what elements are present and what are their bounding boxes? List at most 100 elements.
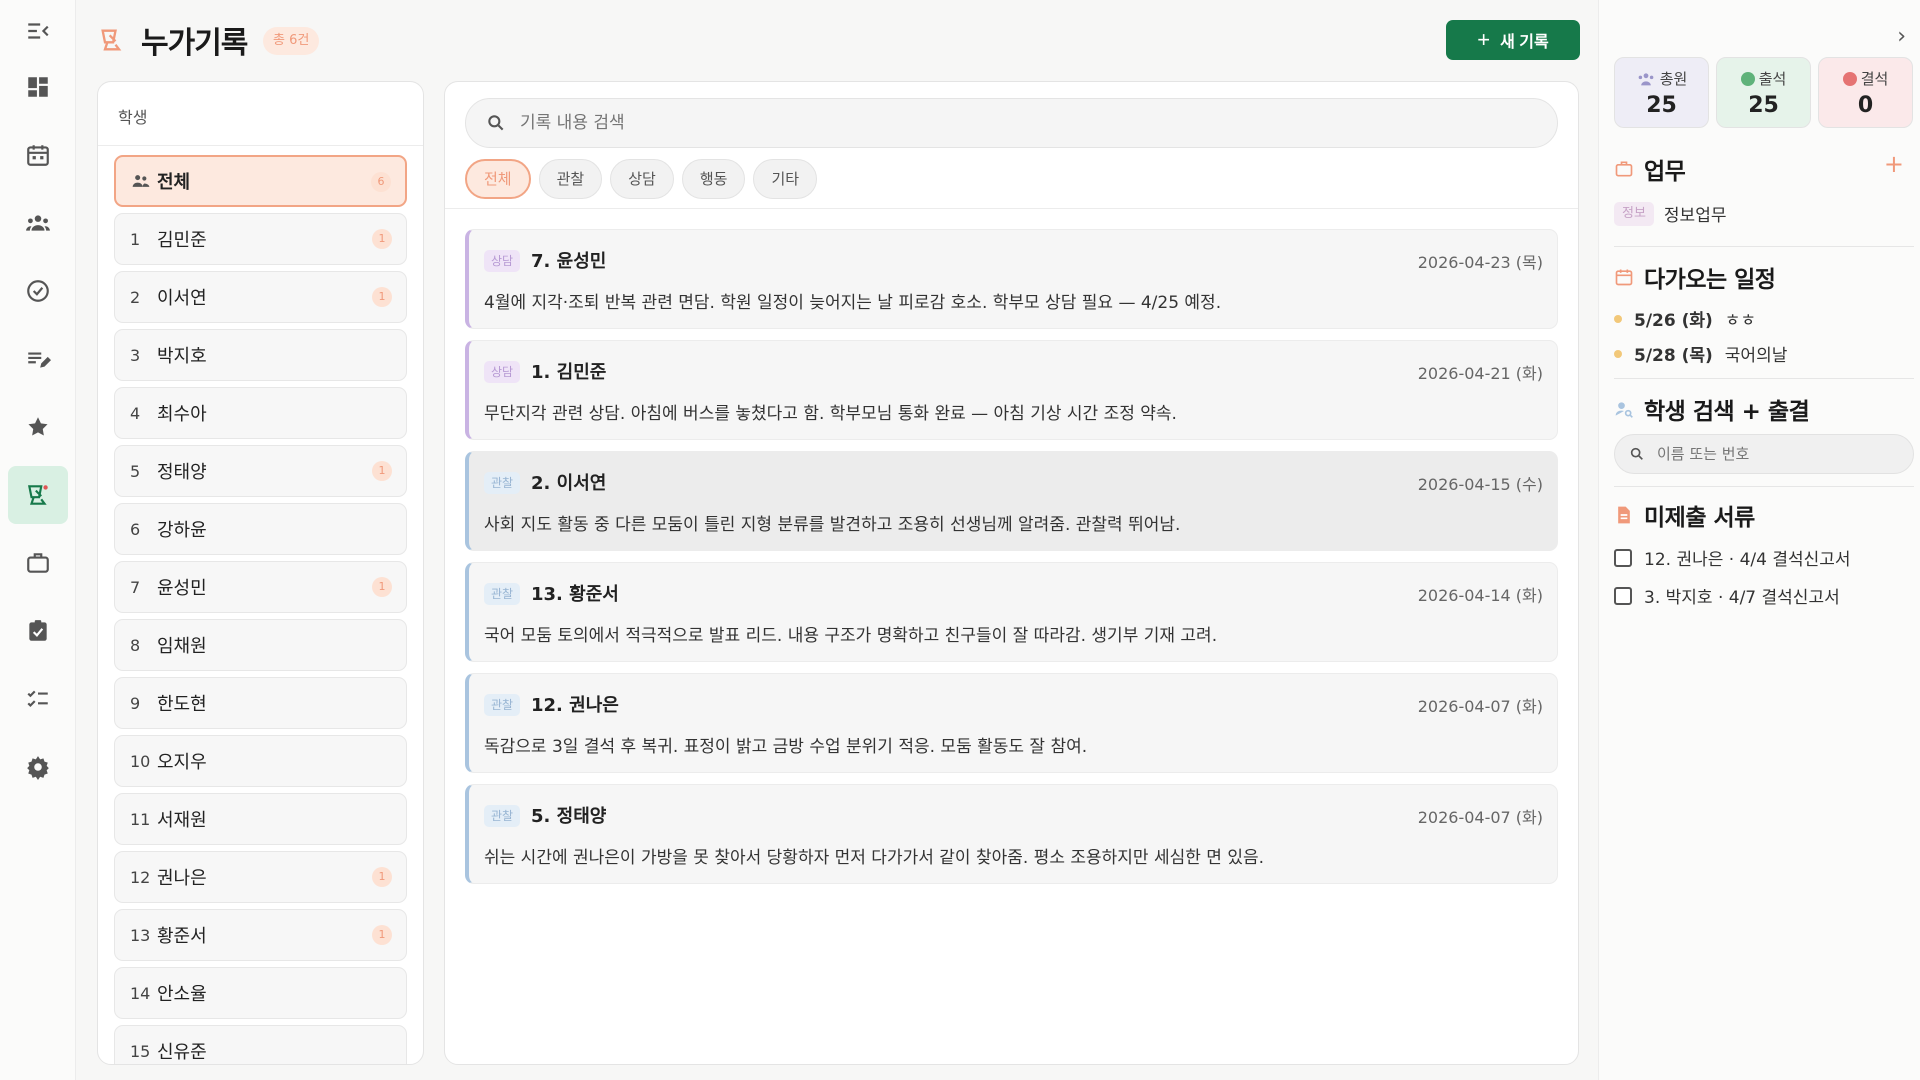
student-search-input[interactable] bbox=[1657, 445, 1897, 463]
edit-notes-icon[interactable] bbox=[8, 330, 68, 388]
student-item[interactable]: 14 안소율 bbox=[114, 967, 407, 1019]
stat-present-label: 출석 bbox=[1758, 70, 1787, 88]
doc-checkbox[interactable] bbox=[1614, 548, 1632, 567]
student-name: 한도현 bbox=[157, 694, 207, 715]
settings-gear-icon[interactable] bbox=[8, 738, 68, 796]
student-number: 14 bbox=[130, 983, 151, 1003]
record-search-bar[interactable] bbox=[465, 98, 1558, 148]
filter-chip[interactable]: 행동 bbox=[681, 159, 746, 199]
people-icon bbox=[132, 175, 150, 187]
student-item[interactable]: 11 서재원 bbox=[114, 793, 407, 845]
record-type-tag: 관찰 bbox=[484, 694, 521, 716]
student-item[interactable]: 7 윤성민 1 bbox=[114, 561, 407, 613]
clipboard-check-icon[interactable] bbox=[8, 602, 68, 660]
filter-chip[interactable]: 전체 bbox=[465, 159, 531, 199]
student-number: 12 bbox=[130, 867, 151, 887]
record-card[interactable]: 관찰 2. 이서연 2026-04-15 (수) 사회 지도 활동 중 다른 모둠이 … bbox=[465, 451, 1558, 551]
student-item-label: 전체 bbox=[157, 172, 191, 193]
checklist-icon[interactable] bbox=[8, 670, 68, 728]
tasks-title: 업무 bbox=[1644, 159, 1686, 185]
count-badge: 6 bbox=[371, 172, 391, 192]
filter-chip[interactable]: 관찰 bbox=[538, 159, 603, 199]
doc-item[interactable]: 3. 박지호 · 4/7 결석신고서 bbox=[1614, 583, 1840, 608]
student-item[interactable]: 15 신유준 bbox=[114, 1025, 407, 1064]
student-item[interactable]: 10 오지우 bbox=[114, 735, 407, 787]
student-item[interactable]: 2 이서연 1 bbox=[114, 271, 407, 323]
doc-item[interactable]: 12. 권나은 · 4/4 결석신고서 bbox=[1614, 545, 1851, 570]
student-name: 임채원 bbox=[157, 636, 207, 657]
doc-checkbox[interactable] bbox=[1614, 586, 1632, 605]
student-item[interactable]: 12 권나은 1 bbox=[114, 851, 407, 903]
student-number: 3 bbox=[130, 345, 141, 365]
new-record-button[interactable]: + 새 기록 bbox=[1446, 20, 1580, 60]
student-number: 2 bbox=[130, 287, 141, 307]
chevron-right-icon[interactable]: › bbox=[1897, 24, 1906, 49]
student-panel-heading: 학생 bbox=[98, 82, 423, 146]
student-name: 권나은 bbox=[157, 868, 207, 889]
page-title: 누가기록 bbox=[141, 26, 248, 61]
check-circle-icon[interactable] bbox=[8, 262, 68, 320]
student-item[interactable]: 4 최수아 bbox=[114, 387, 407, 439]
record-card[interactable]: 상담 1. 김민준 2026-04-21 (화) 무단지각 관련 상담. 아침에 버스… bbox=[465, 340, 1558, 440]
record-count-badge: 1 bbox=[372, 925, 392, 945]
record-date: 2026-04-23 (목) bbox=[1417, 253, 1543, 272]
student-name: 강하윤 bbox=[157, 520, 207, 541]
record-list: 상담 7. 윤성민 2026-04-23 (목) 4월에 지각·조퇴 반복 관련 면담… bbox=[465, 229, 1558, 895]
docs-section-title: 미제출 서류 bbox=[1614, 498, 1755, 532]
record-date: 2026-04-07 (화) bbox=[1417, 808, 1543, 827]
record-notes-icon[interactable] bbox=[8, 466, 68, 524]
student-number: 1 bbox=[130, 229, 141, 249]
task-item[interactable]: 정보 정보업무 bbox=[1614, 201, 1726, 226]
schedule-event[interactable]: 5/26 (화) ㅎㅎ bbox=[1614, 306, 1756, 331]
x-circle-icon bbox=[1842, 71, 1857, 86]
student-item[interactable]: 3 박지호 bbox=[114, 329, 407, 381]
record-card[interactable]: 관찰 5. 정태양 2026-04-07 (화) 쉬는 시간에 권나은이 가방을 못 … bbox=[465, 784, 1558, 884]
student-item[interactable]: 6 강하윤 bbox=[114, 503, 407, 555]
schedule-event[interactable]: 5/28 (목) 국어의날 bbox=[1614, 341, 1787, 366]
student-number: 7 bbox=[130, 577, 141, 597]
record-date: 2026-04-14 (화) bbox=[1417, 586, 1543, 605]
dashboard-icon[interactable] bbox=[8, 58, 68, 116]
record-count-badge: 1 bbox=[372, 577, 392, 597]
record-text: 쉬는 시간에 권나은이 가방을 못 찾아서 당황하자 먼저 다가가서 같이 찾아… bbox=[484, 848, 1265, 868]
record-student: 13. 황준서 bbox=[531, 584, 619, 605]
star-icon[interactable] bbox=[8, 398, 68, 456]
student-search-bar[interactable] bbox=[1614, 434, 1914, 474]
records-panel: 전체관찰상담행동기타 상담7. 윤성민2026-04-23 (목)4월에 지각·… bbox=[444, 81, 1579, 1065]
student-item[interactable]: 5 정태양 1 bbox=[114, 445, 407, 497]
record-card[interactable]: 관찰 12. 권나은 2026-04-07 (화) 독감으로 3일 결석 후 복귀. … bbox=[465, 673, 1558, 773]
record-text: 4월에 지각·조퇴 반복 관련 면담. 학원 일정이 늦어지는 날 피로감 호소… bbox=[484, 293, 1222, 313]
student-item[interactable]: 1 김민준 1 bbox=[114, 213, 407, 265]
attendance-stats: 총원 25 출석 25 결석 0 bbox=[1614, 57, 1913, 128]
tasks-section-title: 업무 bbox=[1614, 152, 1686, 186]
student-item[interactable]: 8 임채원 bbox=[114, 619, 407, 671]
student-name: 윤성민 bbox=[157, 578, 207, 599]
record-card[interactable]: 관찰 13. 황준서 2026-04-14 (화) 국어 모둠 토의에서 적극적으로 … bbox=[465, 562, 1558, 662]
student-number: 9 bbox=[130, 693, 141, 713]
menu-collapse-icon[interactable] bbox=[8, 2, 68, 60]
stat-absent-value: 0 bbox=[1857, 93, 1874, 118]
stat-present-value: 25 bbox=[1748, 93, 1779, 118]
student-name: 서재원 bbox=[157, 810, 207, 831]
student-item[interactable]: 9 한도현 bbox=[114, 677, 407, 729]
record-count-badge: 1 bbox=[372, 287, 392, 307]
calendar-icon[interactable] bbox=[8, 126, 68, 184]
event-dot bbox=[1614, 314, 1622, 323]
docs-title: 미제출 서류 bbox=[1644, 505, 1755, 531]
document-icon bbox=[1618, 506, 1630, 524]
right-sidebar: › 총원 25 출석 25 결석 0 업무 + 정보 정보업무 다가오는 일정 … bbox=[1598, 0, 1920, 1080]
filter-chip[interactable]: 기타 bbox=[753, 159, 818, 199]
people-icon[interactable] bbox=[8, 194, 68, 252]
student-item[interactable]: 13 황준서 1 bbox=[114, 909, 407, 961]
filter-chip[interactable]: 상담 bbox=[610, 159, 674, 199]
new-record-label: 새 기록 bbox=[1500, 34, 1549, 51]
check-circle-icon bbox=[1740, 71, 1755, 86]
add-task-icon[interactable]: + bbox=[1884, 152, 1904, 176]
filter-chips: 전체 관찰 상담 행동 기타 bbox=[465, 159, 818, 199]
search-icon bbox=[488, 115, 504, 131]
record-search-input[interactable] bbox=[520, 113, 1420, 133]
record-count-badge: 1 bbox=[372, 867, 392, 887]
briefcase-icon[interactable] bbox=[8, 534, 68, 592]
student-item-all[interactable]: 전체 6 bbox=[114, 155, 407, 207]
record-card[interactable]: 상담 7. 윤성민 2026-04-23 (목) 4월에 지각·조퇴 반복 관련 면담… bbox=[465, 229, 1558, 329]
